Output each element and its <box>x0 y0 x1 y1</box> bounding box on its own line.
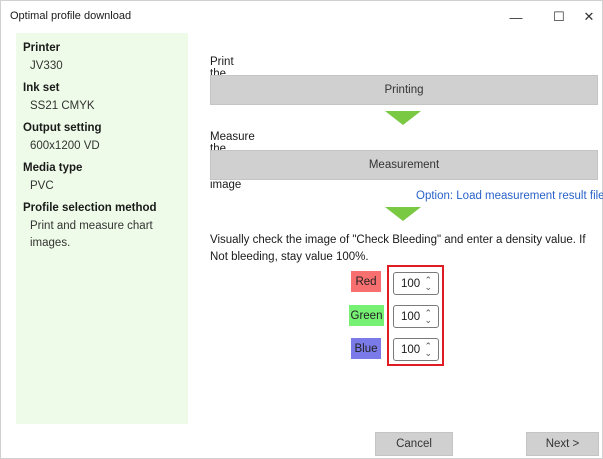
settings-summary-panel: Printer JV330 Ink set SS21 CMYK Output s… <box>16 33 188 424</box>
printer-value: JV330 <box>30 60 63 72</box>
ink-set-group: Ink set SS21 CMYK <box>23 79 181 119</box>
red-density-stepper[interactable]: 100 ⌃ ⌄ <box>393 272 439 295</box>
down-arrow-icon <box>385 111 421 125</box>
media-type-value: PVC <box>30 180 54 192</box>
measurement-button[interactable]: Measurement <box>210 150 598 180</box>
red-density-value: 100 <box>401 277 421 290</box>
profile-method-value: Print and measure chart images. <box>30 220 153 249</box>
dialog-window: Optimal profile download — ☐ ✕ Printer J… <box>0 0 603 459</box>
output-setting-value: 600x1200 VD <box>30 140 100 152</box>
up-down-chevron-icon[interactable]: ⌃ ⌄ <box>424 276 432 292</box>
red-label: Red <box>351 271 381 292</box>
output-setting-group: Output setting 600x1200 VD <box>23 119 181 159</box>
minimize-button[interactable]: — <box>501 7 531 27</box>
window-title: Optimal profile download <box>10 10 132 22</box>
profile-method-group: Profile selection method Print and measu… <box>23 199 181 249</box>
cancel-button[interactable]: Cancel <box>375 432 453 456</box>
media-type-group: Media type PVC <box>23 159 181 199</box>
up-down-chevron-icon[interactable]: ⌃ ⌄ <box>424 342 432 358</box>
title-bar: Optimal profile download — ☐ ✕ <box>1 1 603 31</box>
load-measurement-link[interactable]: Option: Load measurement result file... <box>416 190 603 202</box>
blue-density-value: 100 <box>401 343 421 356</box>
next-button[interactable]: Next > <box>526 432 599 456</box>
ink-set-heading: Ink set <box>23 82 60 94</box>
printing-button[interactable]: Printing <box>210 75 598 105</box>
blue-density-stepper[interactable]: 100 ⌃ ⌄ <box>393 338 439 361</box>
up-down-chevron-icon[interactable]: ⌃ ⌄ <box>424 309 432 325</box>
ink-set-value: SS21 CMYK <box>30 100 95 112</box>
blue-label: Blue <box>351 338 381 359</box>
maximize-button[interactable]: ☐ <box>544 7 574 27</box>
close-button[interactable]: ✕ <box>574 7 603 27</box>
green-density-value: 100 <box>401 310 421 323</box>
media-type-heading: Media type <box>23 162 83 174</box>
printer-group: Printer JV330 <box>23 39 181 79</box>
green-label: Green <box>349 305 384 326</box>
green-density-stepper[interactable]: 100 ⌃ ⌄ <box>393 305 439 328</box>
printer-heading: Printer <box>23 42 61 54</box>
down-arrow-icon <box>385 207 421 221</box>
output-setting-heading: Output setting <box>23 122 102 134</box>
instruction-text: Visually check the image of "Check Bleed… <box>210 234 586 263</box>
profile-method-heading: Profile selection method <box>23 202 157 214</box>
